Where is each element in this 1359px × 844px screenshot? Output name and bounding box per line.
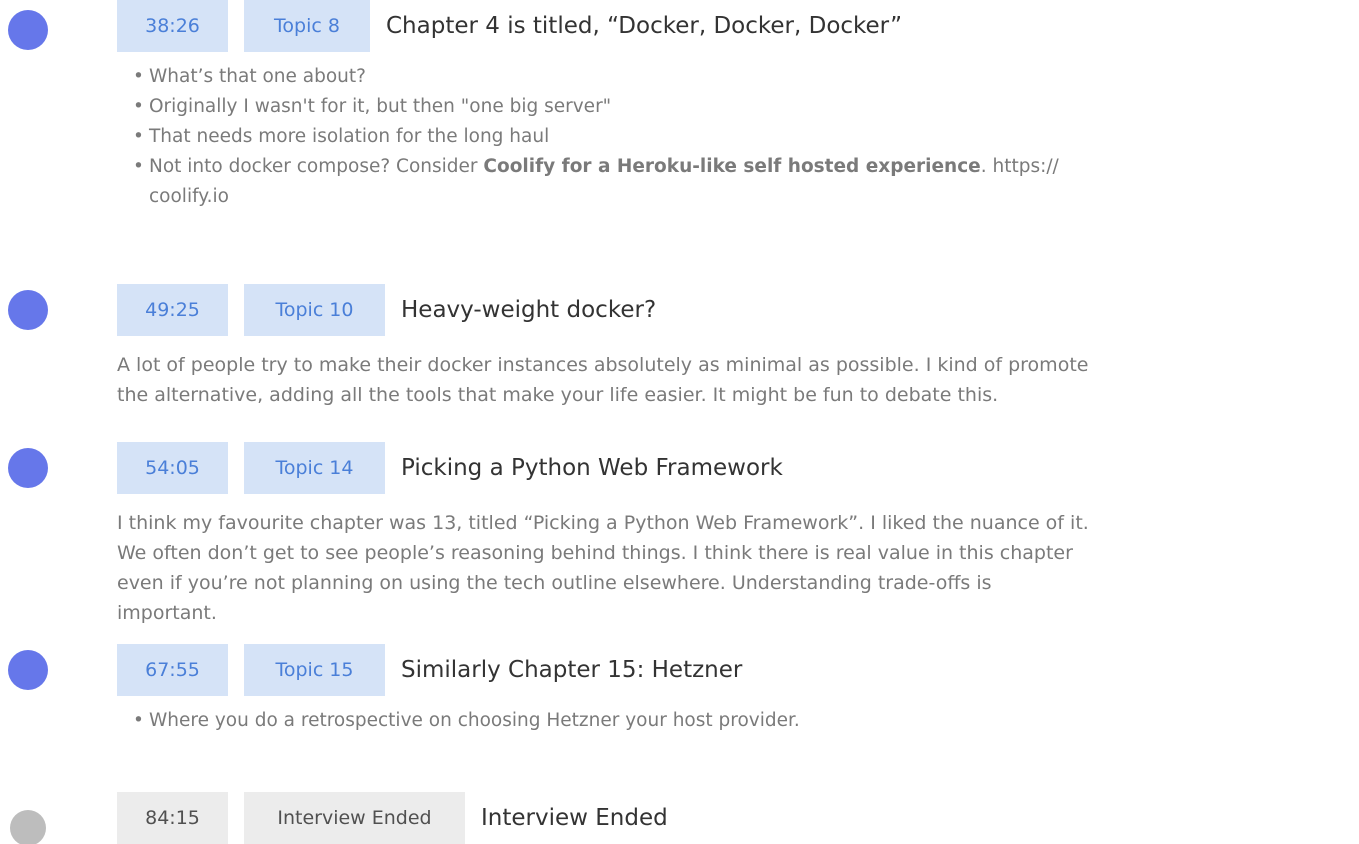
bullet-text: Not into docker compose? Consider bbox=[149, 156, 484, 177]
topic-chip[interactable]: Topic 15 bbox=[244, 644, 385, 696]
list-item: Not into docker compose? Consider Coolif… bbox=[133, 152, 1313, 212]
text-line: We often don’t get to see people’s reaso… bbox=[117, 542, 1073, 564]
topic-chip[interactable]: Interview Ended bbox=[244, 792, 465, 844]
entry-title: Picking a Python Web Framework bbox=[401, 455, 783, 481]
bullet-list: What’s that one about? Originally I wasn… bbox=[133, 62, 1313, 212]
bullet-list: Where you do a retrospective on choosing… bbox=[133, 706, 1313, 736]
list-item: Where you do a retrospective on choosing… bbox=[133, 706, 1313, 736]
text-line: I think my favourite chapter was 13, tit… bbox=[117, 512, 1089, 534]
timeline-dot bbox=[8, 650, 48, 690]
list-item: Originally I wasn't for it, but then "on… bbox=[133, 92, 1313, 122]
bullet-link-text[interactable]: coolify.io bbox=[149, 186, 229, 207]
timeline-dot-ended bbox=[10, 810, 46, 844]
bullet-bold-text: Coolify for a Heroku-like self hosted ex… bbox=[483, 156, 981, 177]
timestamp-chip[interactable]: 49:25 bbox=[117, 284, 228, 336]
entry-description: A lot of people try to make their docker… bbox=[117, 350, 1342, 410]
entry-title: Interview Ended bbox=[481, 805, 668, 831]
entry-title: Heavy-weight docker? bbox=[401, 297, 657, 323]
topic-chip[interactable]: Topic 14 bbox=[244, 442, 385, 494]
timeline-dot bbox=[8, 10, 48, 50]
entry-title: Similarly Chapter 15: Hetzner bbox=[401, 657, 743, 683]
list-item: What’s that one about? bbox=[133, 62, 1313, 92]
timeline-dot bbox=[8, 290, 48, 330]
topic-chip[interactable]: Topic 10 bbox=[244, 284, 385, 336]
entry-title: Chapter 4 is titled, “Docker, Docker, Do… bbox=[386, 13, 903, 39]
topic-chip[interactable]: Topic 8 bbox=[244, 0, 370, 52]
list-item: That needs more isolation for the long h… bbox=[133, 122, 1313, 152]
bullet-link-text[interactable]: . https:// bbox=[981, 156, 1059, 177]
timeline-dot bbox=[8, 448, 48, 488]
timestamp-chip[interactable]: 38:26 bbox=[117, 0, 228, 52]
text-line: important. bbox=[117, 602, 217, 624]
timestamp-chip[interactable]: 54:05 bbox=[117, 442, 228, 494]
text-line: A lot of people try to make their docker… bbox=[117, 354, 1089, 376]
text-line: the alternative, adding all the tools th… bbox=[117, 384, 999, 406]
timeline: 38:26 Topic 8 Chapter 4 is titled, “Dock… bbox=[0, 0, 1359, 844]
text-line: even if you’re not planning on using the… bbox=[117, 572, 992, 594]
timestamp-chip[interactable]: 67:55 bbox=[117, 644, 228, 696]
entry-description: I think my favourite chapter was 13, tit… bbox=[117, 508, 1342, 628]
timestamp-chip[interactable]: 84:15 bbox=[117, 792, 228, 844]
